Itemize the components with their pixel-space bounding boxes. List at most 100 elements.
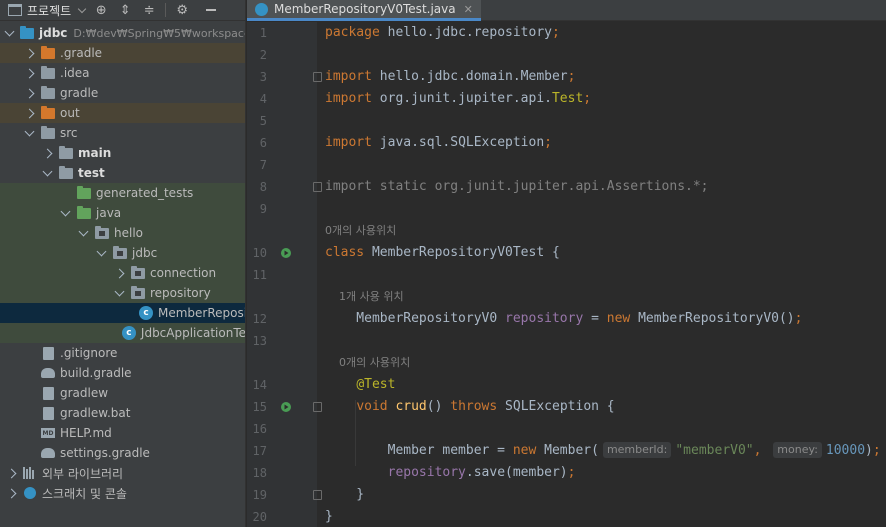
tree-item[interactable]: test	[0, 163, 245, 183]
chevron-down-icon[interactable]	[96, 252, 106, 255]
run-test-icon[interactable]	[280, 247, 292, 259]
line-number: 11	[252, 268, 267, 282]
chevron-down-icon[interactable]	[114, 292, 124, 295]
chevron-right-icon[interactable]	[114, 270, 124, 277]
package-icon	[112, 245, 128, 260]
tree-item-label: jdbc	[39, 26, 68, 40]
file-icon	[40, 386, 56, 400]
tree-item[interactable]: 스크래치 및 콘솔	[0, 483, 245, 503]
markdown-icon: MD	[41, 428, 55, 438]
code-token: hello.jdbc.repository	[387, 25, 552, 40]
tree-item[interactable]: main	[0, 143, 245, 163]
tree-item[interactable]: .gradle	[0, 43, 245, 63]
tree-item[interactable]: MD HELP.md	[0, 423, 245, 443]
tree-item[interactable]: hello	[0, 223, 245, 243]
tree-item-label: jdbc	[132, 246, 158, 260]
tree-item[interactable]: java	[0, 203, 245, 223]
code-line[interactable]: repository.save(member);	[325, 462, 576, 484]
tree-item-label: main	[78, 146, 112, 160]
folder-icon	[40, 45, 56, 60]
tree-item[interactable]: gradlew.bat	[0, 403, 245, 423]
tree-item[interactable]: out	[0, 103, 245, 123]
close-icon[interactable]: ✕	[464, 3, 473, 16]
chevron-right-icon[interactable]	[24, 50, 34, 57]
folder-icon	[40, 105, 56, 120]
package-icon	[130, 265, 146, 280]
toolbar-divider	[165, 3, 167, 17]
line-number: 7	[259, 158, 267, 172]
code-line[interactable]: package hello.jdbc.repository;	[325, 22, 560, 44]
line-number: 5	[259, 114, 267, 128]
chevron-down-icon[interactable]	[78, 232, 88, 235]
chevron-down-icon[interactable]	[42, 172, 52, 175]
project-panel-title[interactable]: 프로젝트	[27, 2, 71, 19]
gutter-line: 6	[247, 132, 317, 154]
chevron-down-icon[interactable]	[6, 32, 13, 35]
code-token: crud	[395, 399, 427, 414]
code-token: MemberRepositoryV0()	[638, 311, 795, 326]
chevron-right-icon[interactable]	[24, 90, 34, 97]
code-line[interactable]: }	[325, 506, 333, 527]
editor-area: MemberRepositoryV0Test.java ✕ 1234567891…	[247, 0, 886, 527]
chevron-right-icon[interactable]	[24, 110, 34, 117]
tree-item[interactable]: 외부 라이브러리	[0, 463, 245, 483]
gutter-line: 1	[247, 22, 317, 44]
tree-item[interactable]: jdbc D:₩dev₩Spring₩5₩workspace₩	[0, 23, 245, 43]
chevron-right-icon[interactable]	[42, 150, 52, 157]
code-line[interactable]: void crud() throws SQLException {	[325, 396, 614, 418]
tree-item[interactable]: build.gradle	[0, 363, 245, 383]
gutter-line: 5	[247, 110, 317, 132]
code-line[interactable]: class MemberRepositoryV0Test {	[325, 242, 560, 264]
tree-item[interactable]: .gitignore	[0, 343, 245, 363]
tree-item[interactable]: .idea	[0, 63, 245, 83]
code-token: ;	[567, 69, 576, 84]
chevron-right-icon[interactable]	[24, 70, 34, 77]
tree-item[interactable]: connection	[0, 263, 245, 283]
parameter-hint: money:	[773, 442, 822, 458]
tree-item[interactable]: jdbc	[0, 243, 245, 263]
tree-item[interactable]: c MemberReposi	[0, 303, 245, 323]
tree-item[interactable]: gradle	[0, 83, 245, 103]
chevron-down-icon[interactable]	[77, 4, 87, 13]
code-line[interactable]: import org.junit.jupiter.api.Test;	[325, 88, 591, 110]
usage-hint[interactable]: 0개의 사용위치	[325, 220, 396, 242]
chevron-right-icon[interactable]	[6, 470, 16, 477]
code-line[interactable]: @Test	[325, 374, 395, 396]
crosshair-icon[interactable]: ⊕	[93, 2, 109, 18]
hide-icon[interactable]	[206, 9, 217, 11]
chevron-down-icon[interactable]	[60, 212, 70, 215]
line-number: 3	[259, 70, 267, 84]
code-line[interactable]: Member member = new Member(memberId: "mem…	[325, 440, 881, 462]
tree-item[interactable]: generated_tests	[0, 183, 245, 203]
editor-tab[interactable]: MemberRepositoryV0Test.java ✕	[247, 0, 481, 21]
code-line[interactable]: }	[325, 484, 364, 506]
code-line[interactable]: import static org.junit.jupiter.api.Asse…	[325, 176, 709, 198]
usage-hint[interactable]: 1개 사용 위치	[325, 286, 404, 308]
chevron-down-icon[interactable]	[24, 132, 34, 135]
gutter-line: 4	[247, 88, 317, 110]
expand-all-icon[interactable]: ⇕	[117, 2, 133, 18]
run-test-icon[interactable]	[280, 401, 292, 413]
code-line[interactable]: MemberRepositoryV0 repository = new Memb…	[325, 308, 802, 330]
gear-icon[interactable]: ⚙	[174, 2, 190, 18]
tree-item[interactable]: gradlew	[0, 383, 245, 403]
gradle-icon	[40, 366, 56, 380]
code-line[interactable]: import java.sql.SQLException;	[325, 132, 552, 154]
tree-item[interactable]: repository	[0, 283, 245, 303]
tree-item-label: .gradle	[60, 46, 103, 60]
tree-item[interactable]: settings.gradle	[0, 443, 245, 463]
gutter-line: 3	[247, 66, 322, 88]
tree-item-label: out	[60, 106, 80, 120]
tree-item-label: hello	[114, 226, 143, 240]
tree-item[interactable]: c JdbcApplicationTe	[0, 323, 245, 343]
gutter-line: 17	[247, 440, 317, 462]
chevron-right-icon[interactable]	[6, 490, 16, 497]
collapse-all-icon[interactable]: ≑	[141, 2, 157, 18]
gutter-line: 14	[247, 374, 317, 396]
usage-hint[interactable]: 0개의 사용위치	[325, 352, 410, 374]
code-line[interactable]: import hello.jdbc.domain.Member;	[325, 66, 575, 88]
code-editor[interactable]: package hello.jdbc.repository; import hel…	[317, 22, 886, 527]
tree-item-label: gradlew.bat	[60, 406, 131, 420]
tree-item-label: 외부 라이브러리	[42, 466, 124, 481]
tree-item[interactable]: src	[0, 123, 245, 143]
